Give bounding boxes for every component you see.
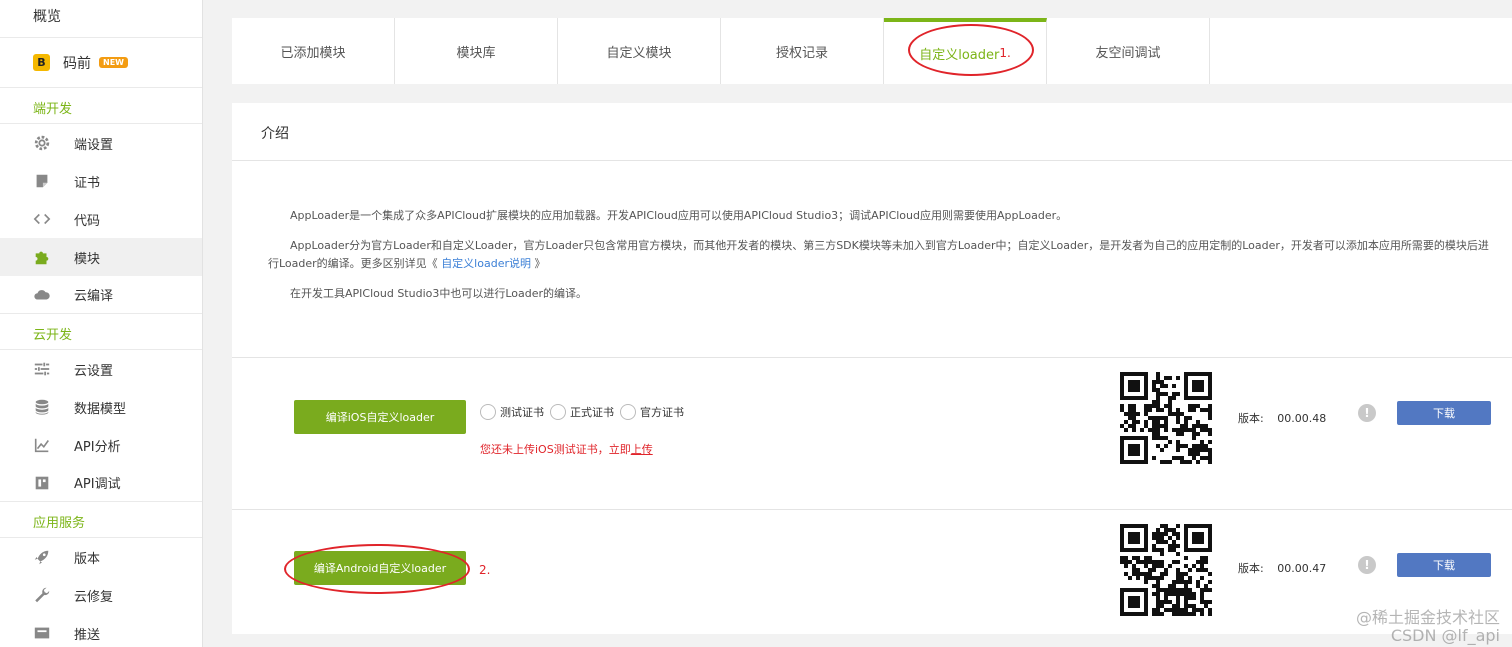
sidebar-item-cloud-settings[interactable]: 云设置 (0, 350, 202, 388)
android-loader-row: 编译Android自定义loader 2. 版本: 00.00.47 ! 下载 (232, 510, 1512, 632)
sidebar-item-label: 数据模型 (74, 401, 127, 417)
section-title-client-dev: 端开发 (0, 88, 202, 124)
warning-text: 您还未上传iOS测试证书，立即 (480, 443, 631, 456)
code-icon (32, 209, 52, 229)
tab-custom-modules[interactable]: 自定义模块 (558, 18, 721, 84)
android-qr-code (1120, 524, 1212, 616)
loader-doc-link[interactable]: 自定义loader说明 (441, 257, 531, 270)
watermark-line: CSDN @lf_api (1390, 626, 1500, 645)
sidebar-item-label: 模块 (74, 251, 101, 267)
database-icon (32, 397, 52, 417)
sidebar-item-api-analysis[interactable]: API分析 (0, 426, 202, 464)
radio-test-cert[interactable] (480, 404, 496, 420)
sidebar: 概览 B 码前 NEW 端开发 端设置 证书 代码 模块 云编译 云开发 云设置… (0, 0, 203, 647)
radio-label: 测试证书 (500, 406, 544, 419)
puzzle-icon (32, 247, 52, 267)
tab-space-debug[interactable]: 友空间调试 (1047, 18, 1210, 84)
version-info: 版本: 00.00.47 (1238, 560, 1326, 576)
sidebar-item-version[interactable]: 版本 (0, 538, 202, 576)
certificate-icon (32, 171, 52, 191)
debug-icon (32, 473, 52, 493)
sidebar-item-push[interactable]: 推送 (0, 614, 202, 647)
radio-production-cert[interactable] (550, 404, 566, 420)
radio-official-cert[interactable] (620, 404, 636, 420)
info-icon[interactable]: ! (1358, 404, 1376, 422)
sliders-icon (32, 359, 52, 379)
annotation-ellipse (284, 544, 470, 594)
ios-loader-row: 编译iOS自定义loader 测试证书 正式证书 官方证书 您还未上传iOS测试… (232, 358, 1512, 510)
sidebar-item-module[interactable]: 模块 (0, 238, 202, 276)
sidebar-item-api-debug[interactable]: API调试 (0, 464, 202, 502)
sidebar-item-label: 代码 (74, 213, 101, 229)
intro-paragraph: 在开发工具APICloud Studio3中也可以进行Loader的编译。 (290, 287, 588, 300)
section-title-cloud-dev: 云开发 (0, 314, 202, 350)
sidebar-item-label: 云编译 (74, 289, 114, 304)
tab-module-library[interactable]: 模块库 (395, 18, 558, 84)
info-icon[interactable]: ! (1358, 556, 1376, 574)
sidebar-item-cloud-compile[interactable]: 云编译 (0, 276, 202, 314)
radio-label: 正式证书 (570, 406, 614, 419)
tab-added-modules[interactable]: 已添加模块 (232, 18, 395, 84)
sidebar-item-code[interactable]: 代码 (0, 200, 202, 238)
watermark-line: @稀土掘金技术社区 (1355, 608, 1500, 627)
compile-ios-loader-button[interactable]: 编译iOS自定义loader (294, 400, 466, 434)
sidebar-item-label: 云设置 (74, 363, 114, 379)
sidebar-item-certificate[interactable]: 证书 (0, 162, 202, 200)
push-icon (32, 623, 52, 643)
module-tabs: 已添加模块 模块库 自定义模块 授权记录 自定义loader 1. 友空间调试 (232, 18, 1512, 84)
certificate-type-radio-group: 测试证书 正式证书 官方证书 (480, 404, 690, 420)
version-info: 版本: 00.00.48 (1238, 410, 1326, 426)
intro-paragraph: AppLoader是一个集成了众多APICloud扩展模块的应用加载器。开发AP… (290, 209, 1068, 222)
section-title-app-services: 应用服务 (0, 502, 202, 538)
sidebar-item-label: 码前 (63, 55, 91, 72)
sidebar-item-data-model[interactable]: 数据模型 (0, 388, 202, 426)
tab-auth-records[interactable]: 授权记录 (721, 18, 884, 84)
intro-text: AppLoader是一个集成了众多APICloud扩展模块的应用加载器。开发AP… (232, 161, 1512, 358)
ios-qr-code (1120, 372, 1212, 464)
sidebar-item-label: 云修复 (74, 589, 114, 605)
rocket-icon (32, 547, 52, 567)
cloud-icon (32, 285, 52, 305)
version-number: 00.00.47 (1277, 562, 1327, 575)
sidebar-item-maqian[interactable]: B 码前 NEW (0, 38, 202, 88)
sidebar-item-label: API调试 (74, 477, 121, 492)
wrench-icon (32, 585, 52, 605)
sidebar-item-client-settings[interactable]: 端设置 (0, 124, 202, 162)
annotation-ellipse (908, 24, 1034, 76)
radio-label: 官方证书 (640, 406, 684, 419)
annotation-mark: 2. (479, 563, 491, 577)
version-number: 00.00.48 (1277, 412, 1327, 425)
custom-loader-panel: 介绍 AppLoader是一个集成了众多APICloud扩展模块的应用加载器。开… (232, 103, 1512, 634)
sidebar-item-label: API分析 (74, 439, 121, 455)
sidebar-item-overview[interactable]: 概览 (0, 0, 202, 38)
sidebar-item-cloud-fix[interactable]: 云修复 (0, 576, 202, 614)
sidebar-item-label: 版本 (74, 551, 101, 567)
intro-paragraph: AppLoader分为官方Loader和自定义Loader，官方Loader只包… (268, 237, 1492, 273)
ios-download-button[interactable]: 下载 (1397, 401, 1491, 425)
watermark: @稀土掘金技术社区 CSDN @lf_api (1356, 609, 1500, 645)
cert-warning: 您还未上传iOS测试证书，立即上传 (480, 441, 653, 457)
version-label: 版本: (1238, 412, 1264, 425)
new-badge: NEW (99, 57, 128, 68)
sidebar-item-label: 端设置 (74, 137, 114, 153)
android-download-button[interactable]: 下载 (1397, 553, 1491, 577)
chart-icon (32, 435, 52, 455)
section-title: 介绍 (232, 103, 1512, 161)
version-label: 版本: (1238, 562, 1264, 575)
upload-link[interactable]: 上传 (631, 443, 653, 456)
link-close: 》 (534, 257, 546, 270)
sidebar-item-label: 证书 (74, 175, 101, 191)
gear-icon (32, 133, 52, 153)
sidebar-item-label: 推送 (74, 627, 101, 643)
maqian-logo-icon: B (33, 54, 50, 71)
